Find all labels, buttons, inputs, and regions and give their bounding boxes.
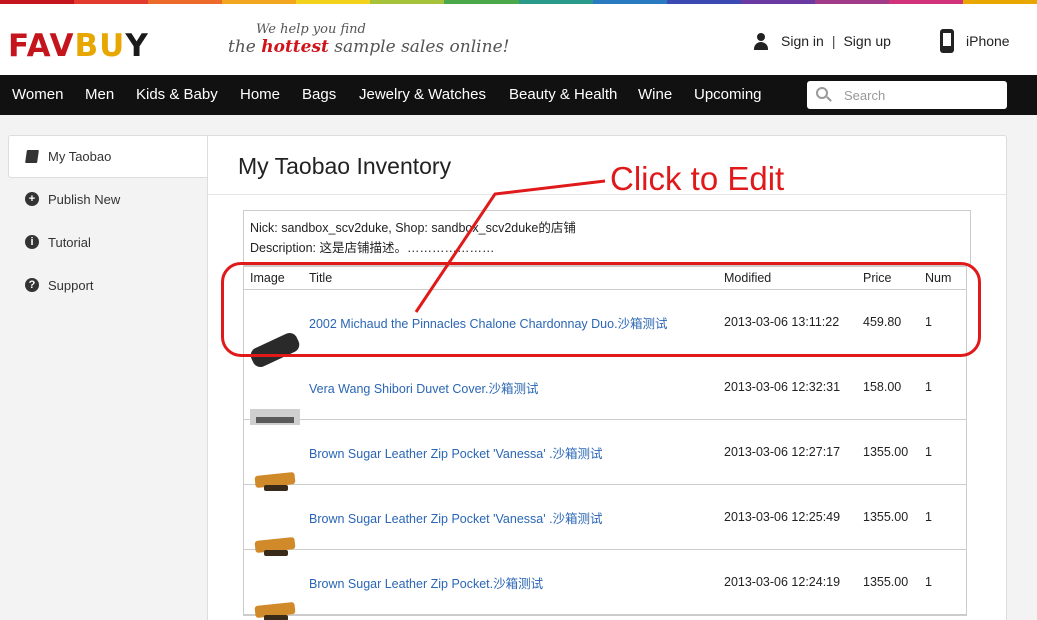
annotation-label: Click to Edit <box>610 160 785 197</box>
annotation-arrow <box>414 179 606 313</box>
